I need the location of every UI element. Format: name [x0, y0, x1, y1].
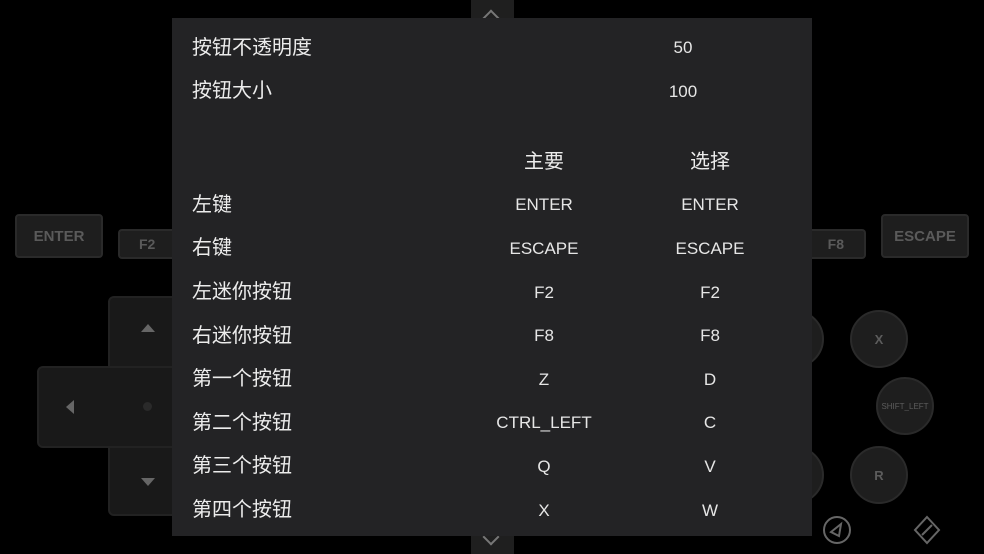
- alt-key[interactable]: F8: [700, 327, 720, 344]
- dpad-center-dot: [143, 402, 152, 411]
- row-label: 右迷你按钮: [192, 323, 292, 347]
- primary-key[interactable]: Q: [537, 458, 550, 475]
- row-label: 右键: [192, 235, 232, 259]
- dpad-down-icon[interactable]: [141, 478, 155, 486]
- rotate-left-icon[interactable]: [822, 515, 852, 545]
- f2-key-button[interactable]: F2: [118, 229, 176, 259]
- primary-column-header: 主要: [524, 149, 564, 173]
- primary-key[interactable]: F2: [534, 284, 554, 301]
- primary-key[interactable]: F8: [534, 327, 554, 344]
- x-round-button[interactable]: X: [850, 310, 908, 368]
- r-round-button[interactable]: R: [850, 446, 908, 504]
- opacity-value[interactable]: 50: [674, 39, 693, 56]
- primary-key[interactable]: ENTER: [515, 196, 573, 213]
- row-label: 第二个按钮: [192, 410, 292, 434]
- alt-key[interactable]: C: [704, 414, 716, 431]
- primary-key[interactable]: ESCAPE: [510, 240, 579, 257]
- alt-key[interactable]: ENTER: [681, 196, 739, 213]
- opacity-label: 按钮不透明度: [192, 35, 312, 59]
- row-label: 左键: [192, 192, 232, 216]
- size-label: 按钮大小: [192, 78, 272, 102]
- f8-key-button[interactable]: F8: [810, 229, 866, 259]
- dpad-left-icon[interactable]: [66, 400, 74, 414]
- shift-left-round-button[interactable]: SHIFT_LEFT: [876, 377, 934, 435]
- compass-icon[interactable]: [912, 515, 942, 545]
- alt-key[interactable]: V: [704, 458, 715, 475]
- alt-key[interactable]: F2: [700, 284, 720, 301]
- alt-column-header: 选择: [690, 149, 730, 173]
- enter-key-button[interactable]: ENTER: [15, 214, 103, 258]
- row-label: 第一个按钮: [192, 366, 292, 390]
- row-label: 左迷你按钮: [192, 279, 292, 303]
- alt-key[interactable]: ESCAPE: [676, 240, 745, 257]
- primary-key[interactable]: Z: [539, 371, 549, 388]
- alt-key[interactable]: D: [704, 371, 716, 388]
- alt-key[interactable]: W: [702, 502, 718, 519]
- escape-key-button[interactable]: ESCAPE: [881, 214, 969, 258]
- button-settings-dialog: 按钮不透明度 50 按钮大小 100 主要 选择 左键 ENTER ENTER …: [172, 18, 812, 536]
- primary-key[interactable]: X: [538, 502, 549, 519]
- primary-key[interactable]: CTRL_LEFT: [496, 414, 591, 431]
- size-value[interactable]: 100: [669, 83, 697, 100]
- dpad-up-icon[interactable]: [141, 324, 155, 332]
- row-label: 第四个按钮: [192, 497, 292, 521]
- row-label: 第三个按钮: [192, 453, 292, 477]
